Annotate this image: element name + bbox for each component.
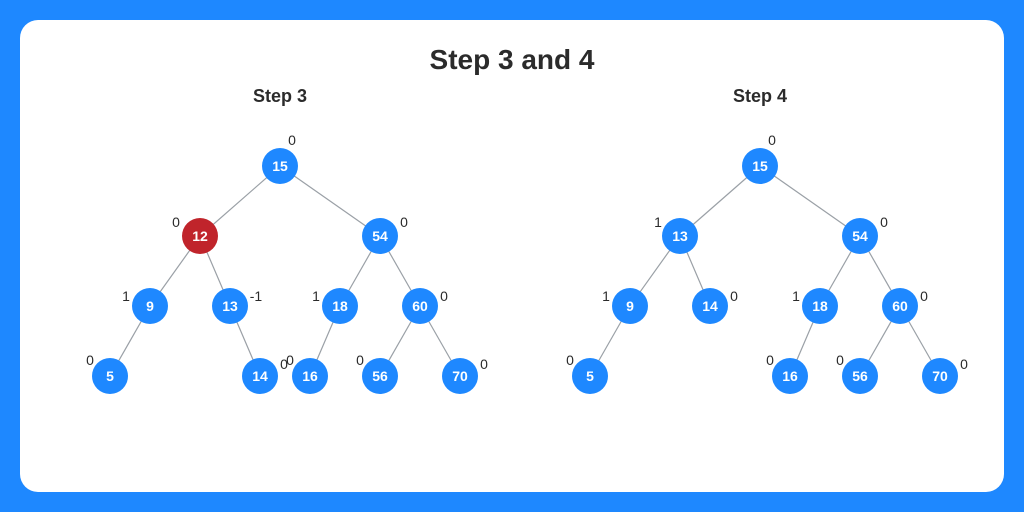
tree-node: 50 xyxy=(86,352,128,394)
balance-factor: 1 xyxy=(312,288,320,304)
node-value: 70 xyxy=(452,368,468,384)
tree-svg-step-3: 1501205409113-118160050140160560700 xyxy=(50,86,510,426)
tree-node: 60 0 xyxy=(402,288,448,324)
balance-factor: 0 xyxy=(286,352,294,368)
balance-factor: 0 xyxy=(356,352,364,368)
tree-node: 56 0 xyxy=(836,352,878,394)
balance-factor: 0 xyxy=(86,352,94,368)
balance-factor: 0 xyxy=(730,288,738,304)
node-value: 54 xyxy=(852,228,868,244)
tree-node: 13 -1 xyxy=(212,288,262,324)
tree-node: 13 1 xyxy=(654,214,698,254)
tree-node: 70 0 xyxy=(442,356,488,394)
subtitle-step-3: Step 3 xyxy=(50,86,510,107)
balance-factor: 0 xyxy=(440,288,448,304)
balance-factor: 1 xyxy=(792,288,800,304)
tree-node: 16 0 xyxy=(766,352,808,394)
tree-node: 140 xyxy=(242,356,288,394)
balance-factor: 0 xyxy=(566,352,574,368)
tree-node: 150 xyxy=(742,132,778,184)
tree-node: 14 0 xyxy=(692,288,738,324)
node-value: 70 xyxy=(932,368,948,384)
subtitle-step-4: Step 4 xyxy=(530,86,990,107)
node-value: 18 xyxy=(332,298,348,314)
trees-container: Step 3 1501205409113-1181600501401605607… xyxy=(50,86,974,426)
node-value: 9 xyxy=(626,298,634,314)
tree-step-4: Step 4 1501315409114018160050160560700 xyxy=(530,86,990,426)
tree-edge xyxy=(280,166,380,236)
diagram-card: Step 3 and 4 Step 3 1501205409113-118160… xyxy=(20,20,1004,492)
node-value: 16 xyxy=(782,368,798,384)
node-value: 14 xyxy=(252,368,268,384)
tree-node: 54 0 xyxy=(362,214,408,254)
node-value: 15 xyxy=(272,158,288,174)
tree-node: 91 xyxy=(122,288,168,324)
tree-node: 18 1 xyxy=(792,288,838,324)
tree-node: 70 0 xyxy=(922,356,968,394)
balance-factor: 0 xyxy=(766,352,774,368)
node-value: 56 xyxy=(372,368,388,384)
node-value: 60 xyxy=(412,298,428,314)
tree-node: 16 0 xyxy=(286,352,328,394)
balance-factor: 0 xyxy=(288,132,296,148)
node-value: 13 xyxy=(222,298,238,314)
node-value: 54 xyxy=(372,228,388,244)
tree-node: 12 0 xyxy=(172,214,218,254)
balance-factor: 1 xyxy=(602,288,610,304)
balance-factor: 0 xyxy=(480,356,488,372)
node-value: 15 xyxy=(752,158,768,174)
node-value: 5 xyxy=(586,368,594,384)
tree-node: 50 xyxy=(566,352,608,394)
balance-factor: 0 xyxy=(172,214,180,230)
node-value: 14 xyxy=(702,298,718,314)
tree-edge xyxy=(760,166,860,236)
balance-factor: 0 xyxy=(880,214,888,230)
balance-factor: 0 xyxy=(920,288,928,304)
tree-node: 54 0 xyxy=(842,214,888,254)
balance-factor: 0 xyxy=(400,214,408,230)
node-value: 56 xyxy=(852,368,868,384)
node-value: 9 xyxy=(146,298,154,314)
balance-factor: 1 xyxy=(654,214,662,230)
balance-factor: 0 xyxy=(836,352,844,368)
tree-svg-step-4: 1501315409114018160050160560700 xyxy=(530,86,990,426)
balance-factor: -1 xyxy=(250,288,263,304)
tree-node: 91 xyxy=(602,288,648,324)
node-value: 5 xyxy=(106,368,114,384)
tree-step-3: Step 3 1501205409113-1181600501401605607… xyxy=(50,86,510,426)
tree-node: 150 xyxy=(262,132,298,184)
tree-node: 56 0 xyxy=(356,352,398,394)
node-value: 16 xyxy=(302,368,318,384)
balance-factor: 1 xyxy=(122,288,130,304)
node-value: 13 xyxy=(672,228,688,244)
node-value: 12 xyxy=(192,228,208,244)
node-value: 18 xyxy=(812,298,828,314)
balance-factor: 0 xyxy=(768,132,776,148)
tree-node: 60 0 xyxy=(882,288,928,324)
node-value: 60 xyxy=(892,298,908,314)
main-title: Step 3 and 4 xyxy=(50,44,974,76)
balance-factor: 0 xyxy=(960,356,968,372)
tree-node: 18 1 xyxy=(312,288,358,324)
